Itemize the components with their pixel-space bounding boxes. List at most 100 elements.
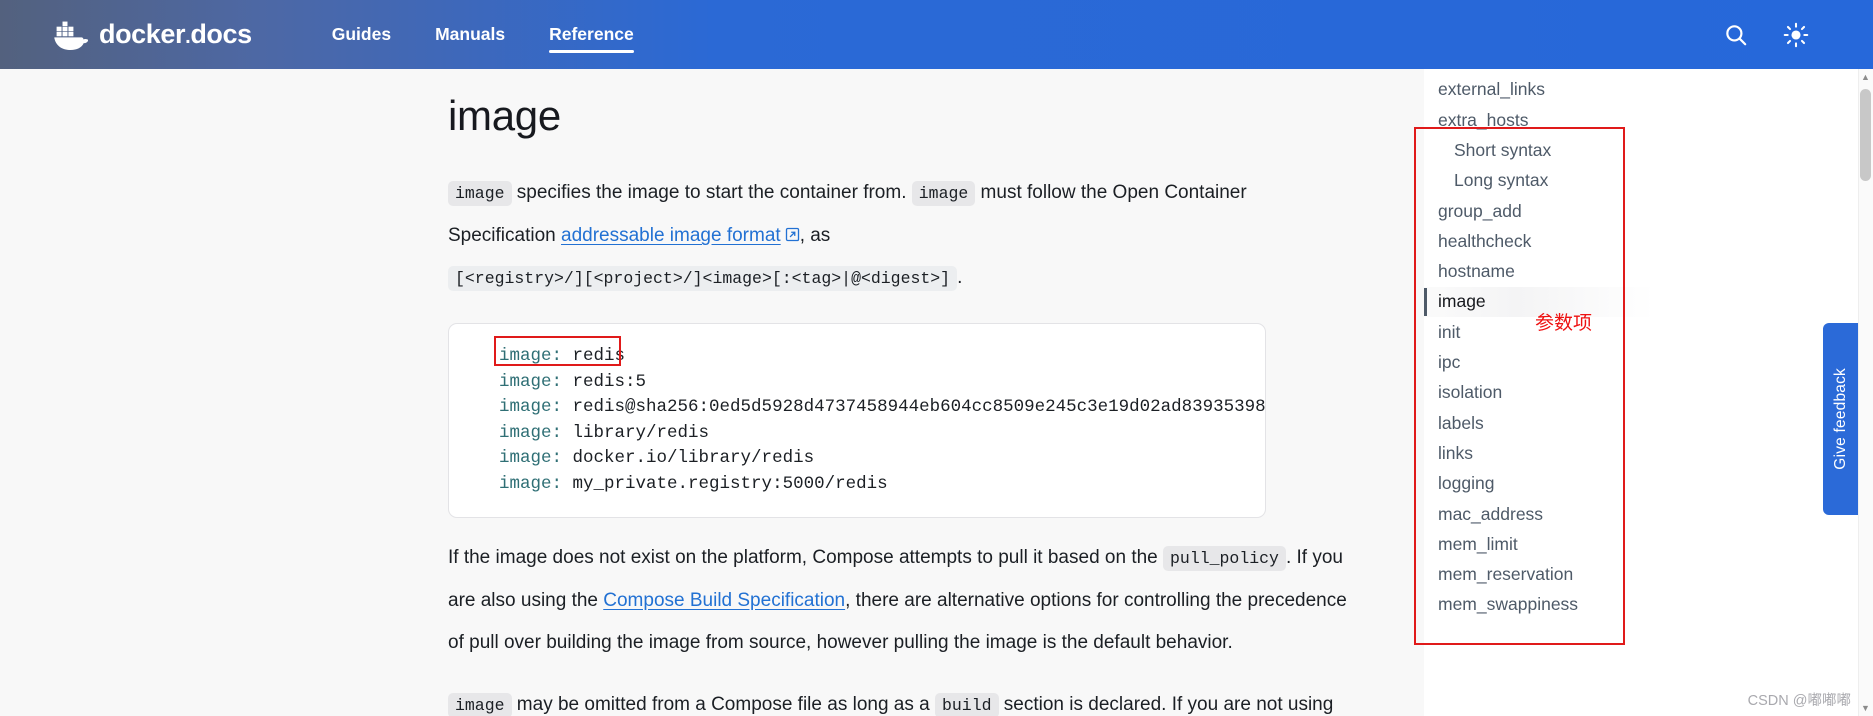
toc-item-label: mem_swappiness xyxy=(1438,594,1579,615)
nav-item-reference[interactable]: Reference xyxy=(527,0,656,69)
toc-item-label: external_links xyxy=(1438,79,1545,100)
toc-item-label: isolation xyxy=(1438,382,1503,403)
addressable-image-format-link[interactable]: addressable image format xyxy=(561,225,781,246)
code-line-2: image: redis:5 xyxy=(449,370,1265,396)
inline-code-image-1: image xyxy=(448,181,512,207)
code-key-2: image: xyxy=(499,371,563,392)
pull-text-3: are also using the xyxy=(448,590,604,612)
toc-item-mem-swappiness[interactable]: mem_swappiness xyxy=(1424,590,1654,620)
scrollbar-thumb[interactable] xyxy=(1860,89,1871,181)
external-link-icon xyxy=(785,228,799,242)
code-value-1: redis xyxy=(572,346,626,367)
nav-item-guides[interactable]: Guides xyxy=(310,0,413,69)
omit-text-1: may be omitted from a Compose file as lo… xyxy=(511,694,935,716)
code-value-3: redis@sha256:0ed5d5928d4737458944eb604cc… xyxy=(572,397,1266,418)
toc-item-label: mem_reservation xyxy=(1438,564,1574,585)
toc-item-label: mac_address xyxy=(1438,503,1544,524)
toc-item-short-syntax[interactable]: Short syntax xyxy=(1424,136,1654,166)
code-key-3: image: xyxy=(499,397,563,418)
toc-item-label: labels xyxy=(1438,412,1484,433)
toc-item-label: links xyxy=(1438,442,1474,463)
code-line-1: image: redis xyxy=(449,344,1265,370)
brand-logo-link[interactable]: docker.docs xyxy=(46,0,252,69)
pull-text-5: of pull over building the image from sou… xyxy=(448,632,1233,654)
intro-paragraph-line2: Specification addressable image format , … xyxy=(448,218,1384,254)
toc-item-isolation[interactable]: isolation xyxy=(1424,378,1654,408)
toc-item-extra-hosts[interactable]: extra_hosts xyxy=(1424,105,1654,135)
yaml-code-block: image: redis image: redis:5 image: redis… xyxy=(448,323,1266,519)
intro-paragraph: image specifies the image to start the c… xyxy=(448,175,1384,212)
scroll-up-arrow[interactable]: ▲ xyxy=(1858,69,1873,85)
inline-code-build: build xyxy=(935,693,999,716)
toc-item-external-links[interactable]: external_links xyxy=(1424,75,1654,105)
code-key-6: image: xyxy=(499,473,563,494)
toc-item-label: image xyxy=(1438,291,1486,312)
page-body: image image specifies the image to start… xyxy=(0,69,1873,716)
intro-text-3: Specification xyxy=(448,225,562,247)
docker-whale-icon xyxy=(51,21,88,50)
article-panel: image image specifies the image to start… xyxy=(404,69,1424,716)
topbar-actions xyxy=(1723,22,1809,48)
format-paragraph: [<registry>/][<project>/]<image>[:<tag>|… xyxy=(448,260,1384,297)
page-scrollbar[interactable]: ▲ ▼ xyxy=(1858,69,1873,716)
toc-item-label: init xyxy=(1438,321,1461,342)
toc-item-mem-limit[interactable]: mem_limit xyxy=(1424,529,1654,559)
brand-name: docker xyxy=(99,19,186,49)
code-line-4: image: library/redis xyxy=(449,421,1265,447)
search-icon[interactable] xyxy=(1723,22,1749,48)
code-line-6: image: my_private.registry:5000/redis xyxy=(449,472,1265,498)
sun-icon[interactable] xyxy=(1783,22,1809,48)
toc-item-mem-reservation[interactable]: mem_reservation xyxy=(1424,560,1654,590)
toc-item-long-syntax[interactable]: Long syntax xyxy=(1424,166,1654,196)
toc-item-group-add[interactable]: group_add xyxy=(1424,196,1654,226)
nav-item-manuals[interactable]: Manuals xyxy=(413,0,527,69)
toc-item-mac-address[interactable]: mac_address xyxy=(1424,499,1654,529)
code-value-4: library/redis xyxy=(572,422,710,443)
scroll-down-arrow[interactable]: ▼ xyxy=(1858,700,1873,716)
toc-item-hostname[interactable]: hostname xyxy=(1424,257,1654,287)
brand-suffix: docs xyxy=(190,19,252,49)
toc-item-labels[interactable]: labels xyxy=(1424,408,1654,438)
code-line-5: image: docker.io/library/redis xyxy=(449,446,1265,472)
left-gutter xyxy=(0,69,404,716)
intro-text-1: specifies the image to start the contain… xyxy=(511,182,912,204)
code-key-4: image: xyxy=(499,422,563,443)
omit-text-2: section is declared. If you are not usin… xyxy=(998,694,1334,716)
intro-text-2: must follow the Open Container xyxy=(975,182,1247,204)
toc-item-links[interactable]: links xyxy=(1424,439,1654,469)
give-feedback-tab[interactable]: Give feedback xyxy=(1823,323,1858,515)
toc-item-label: hostname xyxy=(1438,261,1515,282)
toc-item-label: logging xyxy=(1438,473,1495,494)
pull-text-4: , there are alternative options for cont… xyxy=(845,590,1347,612)
code-key-1: image: xyxy=(499,346,563,367)
code-value-2: redis:5 xyxy=(572,371,647,392)
pull-policy-paragraph-line1: If the image does not exist on the platf… xyxy=(448,540,1384,577)
toc-item-logging[interactable]: logging xyxy=(1424,469,1654,499)
inline-code-registry-format: [<registry>/][<project>/]<image>[:<tag>|… xyxy=(448,266,958,292)
pull-policy-paragraph-line2: are also using the Compose Build Specifi… xyxy=(448,583,1384,619)
toc-item-label: group_add xyxy=(1438,200,1522,221)
code-value-6: my_private.registry:5000/redis xyxy=(572,473,888,494)
pull-text-1: If the image does not exist on the platf… xyxy=(448,547,1164,569)
compose-build-specification-link[interactable]: Compose Build Specification xyxy=(603,590,845,611)
inline-code-image-2: image xyxy=(911,181,976,207)
toc-item-healthcheck[interactable]: healthcheck xyxy=(1424,226,1654,256)
pull-text-2: . If you xyxy=(1285,547,1343,569)
give-feedback-label: Give feedback xyxy=(1831,368,1849,470)
top-navigation-bar: docker.docs Guides Manuals Reference xyxy=(0,0,1873,69)
table-of-contents: external_links extra_hosts Short syntax Lon… xyxy=(1424,69,1654,716)
brand-text: docker.docs xyxy=(99,21,252,48)
primary-nav: Guides Manuals Reference xyxy=(310,0,656,69)
format-period: . xyxy=(957,267,963,289)
toc-item-label: extra_hosts xyxy=(1438,109,1529,130)
toc-item-label: Long syntax xyxy=(1454,170,1549,191)
page-title: image xyxy=(448,92,561,139)
omit-paragraph-line1: image may be omitted from a Compose file… xyxy=(448,687,1384,716)
intro-text-4: , as xyxy=(799,225,831,247)
watermark: CSDN @嘟嘟嘟 xyxy=(1747,693,1851,709)
toc-item-label: healthcheck xyxy=(1438,230,1532,251)
code-key-5: image: xyxy=(499,448,563,469)
toc-item-ipc[interactable]: ipc xyxy=(1424,348,1654,378)
toc-item-label: Short syntax xyxy=(1454,139,1552,160)
inline-code-image-3: image xyxy=(448,693,512,716)
